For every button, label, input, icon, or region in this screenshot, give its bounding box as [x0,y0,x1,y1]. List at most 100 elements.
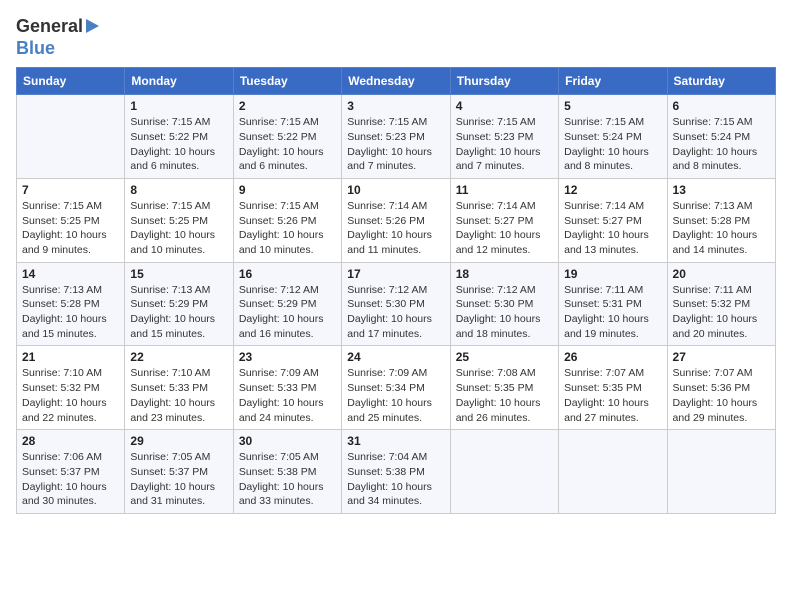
date-number: 5 [564,99,661,113]
cell-text: Sunrise: 7:04 AMSunset: 5:38 PMDaylight:… [347,450,444,509]
calendar-cell [667,430,775,514]
calendar-cell: 16 Sunrise: 7:12 AMSunset: 5:29 PMDayligh… [233,262,341,346]
date-number: 24 [347,350,444,364]
cell-text: Sunrise: 7:12 AMSunset: 5:29 PMDaylight:… [239,283,336,342]
cell-text: Sunrise: 7:15 AMSunset: 5:22 PMDaylight:… [130,115,227,174]
date-number: 31 [347,434,444,448]
date-number: 28 [22,434,119,448]
cell-text: Sunrise: 7:15 AMSunset: 5:23 PMDaylight:… [456,115,553,174]
date-number: 3 [347,99,444,113]
calendar-cell [450,430,558,514]
header-cell-thursday: Thursday [450,68,558,95]
cell-text: Sunrise: 7:12 AMSunset: 5:30 PMDaylight:… [347,283,444,342]
cell-text: Sunrise: 7:13 AMSunset: 5:29 PMDaylight:… [130,283,227,342]
header-cell-wednesday: Wednesday [342,68,450,95]
calendar-cell: 21Sunrise: 7:10 AMSunset: 5:32 PMDayligh… [17,346,125,430]
cell-text: Sunrise: 7:14 AMSunset: 5:27 PMDaylight:… [564,199,661,258]
date-number: 20 [673,267,770,281]
date-number: 29 [130,434,227,448]
header-cell-tuesday: Tuesday [233,68,341,95]
calendar-cell: 13Sunrise: 7:13 AMSunset: 5:28 PMDayligh… [667,178,775,262]
calendar-cell: 10 Sunrise: 7:14 AMSunset: 5:26 PMDayligh… [342,178,450,262]
calendar-cell: 9 Sunrise: 7:15 AMSunset: 5:26 PMDaylight… [233,178,341,262]
cell-text: Sunrise: 7:07 AMSunset: 5:36 PMDaylight:… [673,366,770,425]
logo-text: General [16,16,99,38]
header-cell-monday: Monday [125,68,233,95]
date-number: 27 [673,350,770,364]
week-row-3: 14Sunrise: 7:13 AMSunset: 5:28 PMDayligh… [17,262,776,346]
cell-text: Sunrise: 7:07 AMSunset: 5:35 PMDaylight:… [564,366,661,425]
cell-text: Sunrise: 7:13 AMSunset: 5:28 PMDaylight:… [22,283,119,342]
header-row: SundayMondayTuesdayWednesdayThursdayFrid… [17,68,776,95]
cell-text: Sunrise: 7:12 AMSunset: 5:30 PMDaylight:… [456,283,553,342]
calendar-cell: 4Sunrise: 7:15 AMSunset: 5:23 PMDaylight… [450,95,558,179]
calendar-cell: 26 Sunrise: 7:07 AMSunset: 5:35 PMDayligh… [559,346,667,430]
date-number: 25 [456,350,553,364]
calendar-cell: 19Sunrise: 7:11 AMSunset: 5:31 PMDayligh… [559,262,667,346]
calendar-cell: 8Sunrise: 7:15 AMSunset: 5:25 PMDaylight… [125,178,233,262]
calendar-cell: 20 Sunrise: 7:11 AMSunset: 5:32 PMDayligh… [667,262,775,346]
date-number: 2 [239,99,336,113]
cell-text: Sunrise: 7:14 AMSunset: 5:27 PMDaylight:… [456,199,553,258]
cell-text: Sunrise: 7:14 AMSunset: 5:26 PMDaylight:… [347,199,444,258]
calendar-table: SundayMondayTuesdayWednesdayThursdayFrid… [16,67,776,514]
cell-text: Sunrise: 7:09 AMSunset: 5:33 PMDaylight:… [239,366,336,425]
cell-text: Sunrise: 7:15 AMSunset: 5:22 PMDaylight:… [239,115,336,174]
date-number: 21 [22,350,119,364]
cell-text: Sunrise: 7:13 AMSunset: 5:28 PMDaylight:… [673,199,770,258]
calendar-cell [17,95,125,179]
calendar-cell: 5Sunrise: 7:15 AMSunset: 5:24 PMDaylight… [559,95,667,179]
calendar-cell: 22 Sunrise: 7:10 AMSunset: 5:33 PMDayligh… [125,346,233,430]
calendar-cell: 18 Sunrise: 7:12 AMSunset: 5:30 PMDayligh… [450,262,558,346]
date-number: 22 [130,350,227,364]
calendar-cell: 2 Sunrise: 7:15 AMSunset: 5:22 PMDaylight… [233,95,341,179]
calendar-cell: 15 Sunrise: 7:13 AMSunset: 5:29 PMDayligh… [125,262,233,346]
cell-text: Sunrise: 7:15 AMSunset: 5:25 PMDaylight:… [130,199,227,258]
date-number: 26 [564,350,661,364]
calendar-cell: 23 Sunrise: 7:09 AMSunset: 5:33 PMDayligh… [233,346,341,430]
logo-blue-text: Blue [16,38,99,60]
calendar-cell: 24Sunrise: 7:09 AMSunset: 5:34 PMDayligh… [342,346,450,430]
calendar-cell: 14Sunrise: 7:13 AMSunset: 5:28 PMDayligh… [17,262,125,346]
calendar-body: 1 Sunrise: 7:15 AMSunset: 5:22 PMDaylight… [17,95,776,514]
date-number: 7 [22,183,119,197]
date-number: 11 [456,183,553,197]
calendar-cell: 29 Sunrise: 7:05 AMSunset: 5:37 PMDayligh… [125,430,233,514]
date-number: 9 [239,183,336,197]
date-number: 15 [130,267,227,281]
calendar-header: SundayMondayTuesdayWednesdayThursdayFrid… [17,68,776,95]
header-cell-saturday: Saturday [667,68,775,95]
cell-text: Sunrise: 7:05 AMSunset: 5:38 PMDaylight:… [239,450,336,509]
calendar-cell: 11 Sunrise: 7:14 AMSunset: 5:27 PMDayligh… [450,178,558,262]
calendar-cell: 25 Sunrise: 7:08 AMSunset: 5:35 PMDayligh… [450,346,558,430]
week-row-1: 1 Sunrise: 7:15 AMSunset: 5:22 PMDaylight… [17,95,776,179]
calendar-cell [559,430,667,514]
cell-text: Sunrise: 7:15 AMSunset: 5:23 PMDaylight:… [347,115,444,174]
date-number: 30 [239,434,336,448]
date-number: 6 [673,99,770,113]
calendar-cell: 27 Sunrise: 7:07 AMSunset: 5:36 PMDayligh… [667,346,775,430]
calendar-cell: 12 Sunrise: 7:14 AMSunset: 5:27 PMDayligh… [559,178,667,262]
date-number: 23 [239,350,336,364]
cell-text: Sunrise: 7:11 AMSunset: 5:32 PMDaylight:… [673,283,770,342]
calendar-cell: 3 Sunrise: 7:15 AMSunset: 5:23 PMDaylight… [342,95,450,179]
cell-text: Sunrise: 7:15 AMSunset: 5:26 PMDaylight:… [239,199,336,258]
calendar-cell: 28 Sunrise: 7:06 AMSunset: 5:37 PMDayligh… [17,430,125,514]
date-number: 19 [564,267,661,281]
date-number: 12 [564,183,661,197]
date-number: 1 [130,99,227,113]
date-number: 17 [347,267,444,281]
cell-text: Sunrise: 7:10 AMSunset: 5:33 PMDaylight:… [130,366,227,425]
date-number: 16 [239,267,336,281]
date-number: 18 [456,267,553,281]
calendar-cell: 17 Sunrise: 7:12 AMSunset: 5:30 PMDayligh… [342,262,450,346]
date-number: 10 [347,183,444,197]
header-cell-friday: Friday [559,68,667,95]
cell-text: Sunrise: 7:06 AMSunset: 5:37 PMDaylight:… [22,450,119,509]
calendar-cell: 6 Sunrise: 7:15 AMSunset: 5:24 PMDaylight… [667,95,775,179]
cell-text: Sunrise: 7:05 AMSunset: 5:37 PMDaylight:… [130,450,227,509]
week-row-2: 7 Sunrise: 7:15 AMSunset: 5:25 PMDaylight… [17,178,776,262]
cell-text: Sunrise: 7:08 AMSunset: 5:35 PMDaylight:… [456,366,553,425]
week-row-4: 21Sunrise: 7:10 AMSunset: 5:32 PMDayligh… [17,346,776,430]
cell-text: Sunrise: 7:15 AMSunset: 5:24 PMDaylight:… [673,115,770,174]
